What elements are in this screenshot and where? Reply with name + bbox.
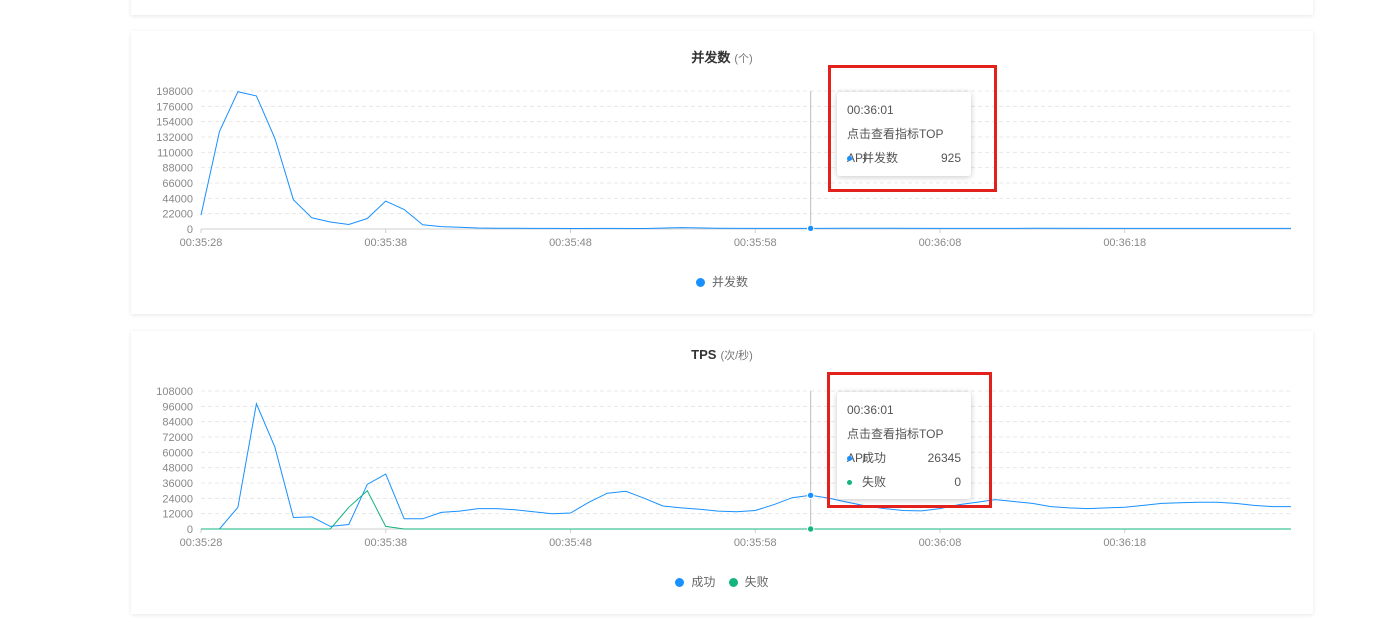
y-tick-label: 96000 bbox=[162, 401, 193, 413]
highlight-point bbox=[806, 491, 815, 500]
previous-chart-card bbox=[131, 0, 1313, 15]
legend-item-concurrency[interactable]: 并发数 bbox=[695, 273, 748, 290]
tps-line-chart[interactable]: 0 12000 24000 36000 48000 60000 72000 84000 9600… bbox=[131, 331, 1313, 614]
legend-label: 失败 bbox=[744, 575, 769, 589]
y-tick-label: 198000 bbox=[156, 86, 193, 98]
x-tick-label: 00:36:18 bbox=[1103, 537, 1146, 549]
x-tick-label: 00:35:38 bbox=[364, 237, 407, 249]
x-tick-label: 00:35:38 bbox=[364, 537, 407, 549]
x-tick-label: 00:36:18 bbox=[1103, 237, 1146, 249]
x-tick-label: 00:35:28 bbox=[180, 537, 223, 549]
concurrency-chart-card: 并发数 (个) 0 22000 44000 66000 88000 110000 132000… bbox=[131, 31, 1313, 314]
y-tick-label: 0 bbox=[187, 524, 193, 536]
y-tick-label: 66000 bbox=[162, 178, 193, 190]
x-tick-label: 00:35:48 bbox=[549, 537, 592, 549]
y-tick-label: 36000 bbox=[162, 478, 193, 490]
x-tick-label: 00:35:58 bbox=[734, 537, 777, 549]
legend-label: 成功 bbox=[691, 575, 716, 589]
y-tick-label: 176000 bbox=[156, 101, 193, 113]
tps-legend: 成功 失败 bbox=[131, 573, 1313, 590]
series-line-成功 bbox=[201, 402, 1291, 530]
x-tick-label: 00:35:58 bbox=[734, 237, 777, 249]
y-tick-label: 48000 bbox=[162, 463, 193, 475]
series-line-失败 bbox=[201, 489, 1291, 530]
legend-dot bbox=[728, 578, 738, 587]
legend-dot bbox=[695, 278, 705, 287]
concurrency-line-chart[interactable]: 0 22000 44000 66000 88000 110000 132000 154000 1… bbox=[131, 31, 1313, 314]
highlight-point bbox=[806, 525, 815, 533]
y-tick-label: 154000 bbox=[156, 117, 193, 129]
legend-label: 并发数 bbox=[711, 275, 748, 289]
concurrency-legend: 并发数 bbox=[131, 273, 1313, 290]
highlight-point bbox=[806, 224, 815, 233]
legend-dot bbox=[675, 578, 685, 587]
y-tick-label: 0 bbox=[187, 224, 193, 236]
tps-chart-card: TPS (次/秒) 0 12000 24000 36000 48000 60000 72000… bbox=[131, 331, 1313, 614]
x-tick-label: 00:35:48 bbox=[549, 237, 592, 249]
highlight-box bbox=[827, 372, 992, 508]
legend-item-success[interactable]: 成功 bbox=[675, 573, 715, 590]
x-tick-label: 00:36:08 bbox=[919, 537, 962, 549]
x-tick-label: 00:36:08 bbox=[919, 237, 962, 249]
y-tick-label: 108000 bbox=[156, 386, 193, 398]
y-tick-label: 88000 bbox=[162, 163, 193, 175]
legend-item-fail[interactable]: 失败 bbox=[728, 573, 769, 590]
y-tick-label: 44000 bbox=[162, 193, 193, 205]
y-tick-label: 132000 bbox=[156, 132, 193, 144]
y-tick-label: 22000 bbox=[162, 209, 193, 221]
y-tick-label: 12000 bbox=[162, 509, 193, 521]
y-tick-label: 60000 bbox=[162, 447, 193, 459]
y-tick-label: 110000 bbox=[157, 147, 193, 159]
y-tick-label: 24000 bbox=[162, 493, 193, 505]
highlight-box bbox=[828, 65, 997, 192]
y-tick-label: 72000 bbox=[162, 432, 193, 444]
x-tick-label: 00:35:28 bbox=[180, 237, 223, 249]
series-line-并发数 bbox=[200, 91, 1291, 230]
y-tick-label: 84000 bbox=[162, 417, 193, 429]
